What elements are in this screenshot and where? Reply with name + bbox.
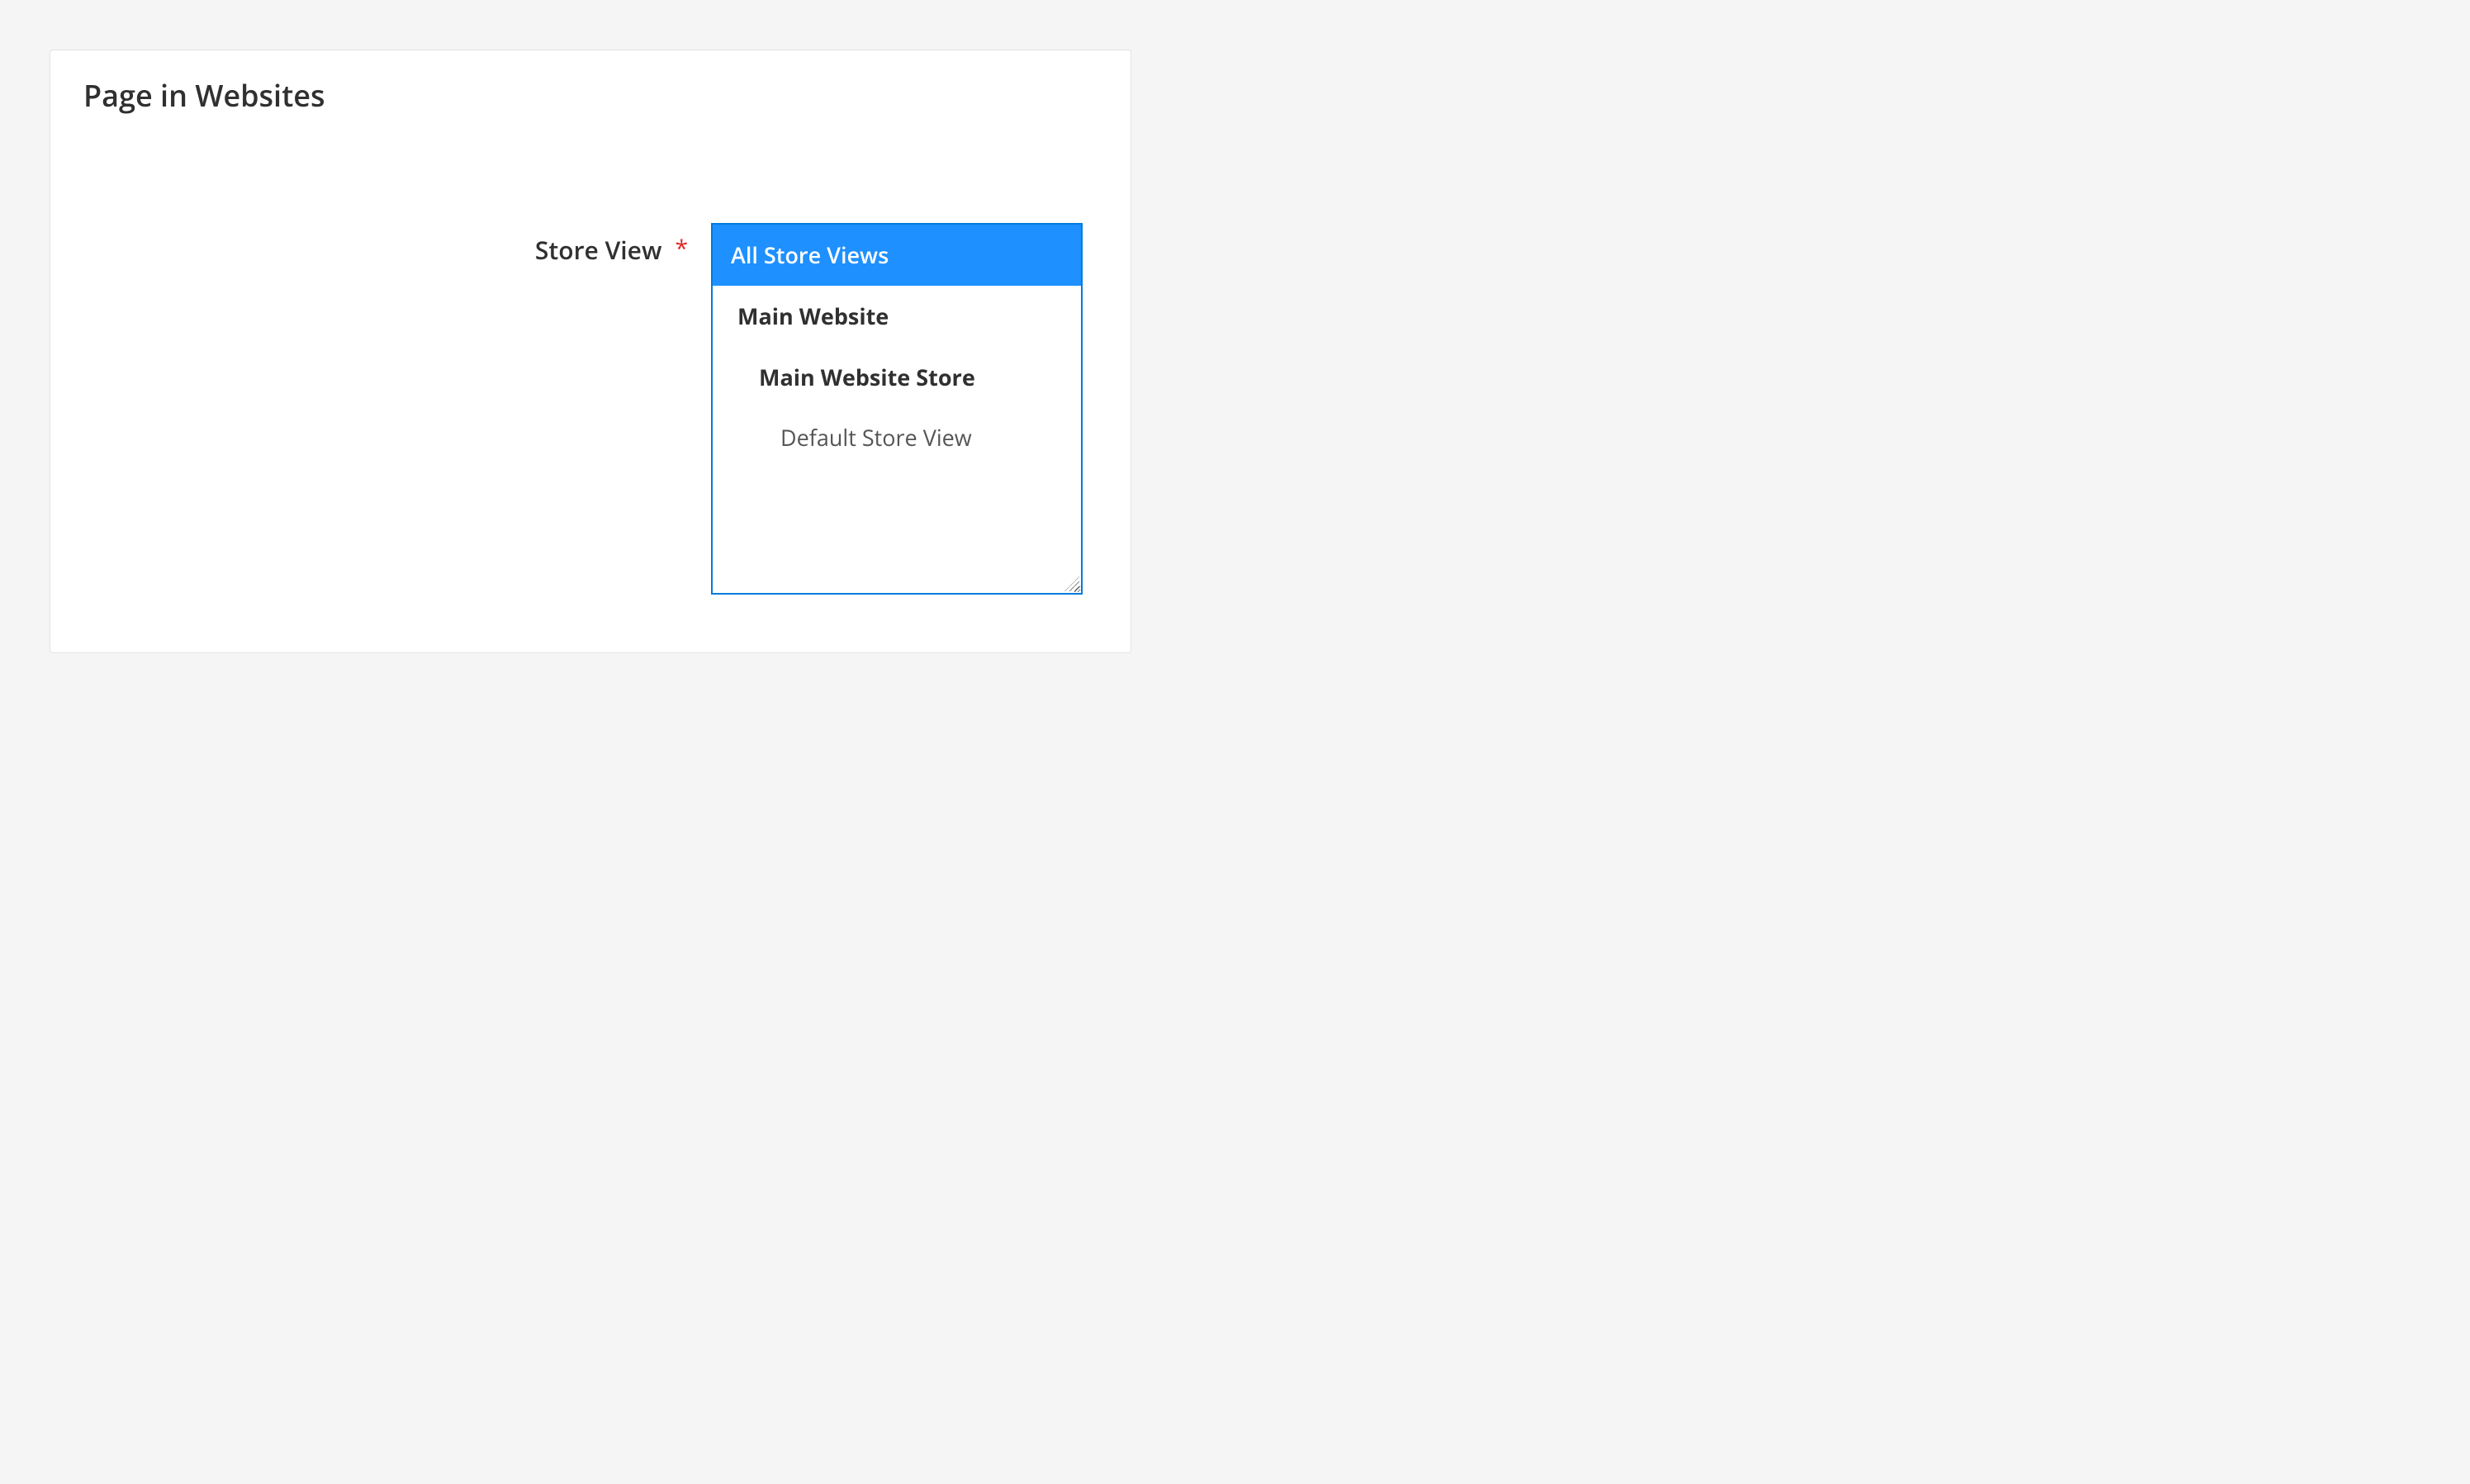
required-asterisk: *: [676, 233, 688, 264]
store-view-multiselect[interactable]: All Store Views Main Website Main Websit…: [711, 223, 1083, 595]
store-view-option-main-website[interactable]: Main Website: [713, 286, 1081, 347]
panel-title: Page in Websites: [83, 75, 1098, 116]
resize-handle-icon: [1064, 576, 1079, 591]
store-view-field-row: Store View * All Store Views Main Websit…: [83, 223, 1098, 595]
store-view-option-main-website-store[interactable]: Main Website Store: [713, 347, 1081, 408]
field-label-column: Store View *: [83, 223, 711, 267]
store-view-option-default-store-view[interactable]: Default Store View: [713, 407, 1081, 468]
store-view-label: Store View: [535, 233, 662, 267]
store-view-option-all-store-views[interactable]: All Store Views: [713, 225, 1081, 286]
page-in-websites-panel: Page in Websites Store View * All Store …: [50, 50, 1131, 653]
field-control-column: All Store Views Main Website Main Websit…: [711, 223, 1098, 595]
